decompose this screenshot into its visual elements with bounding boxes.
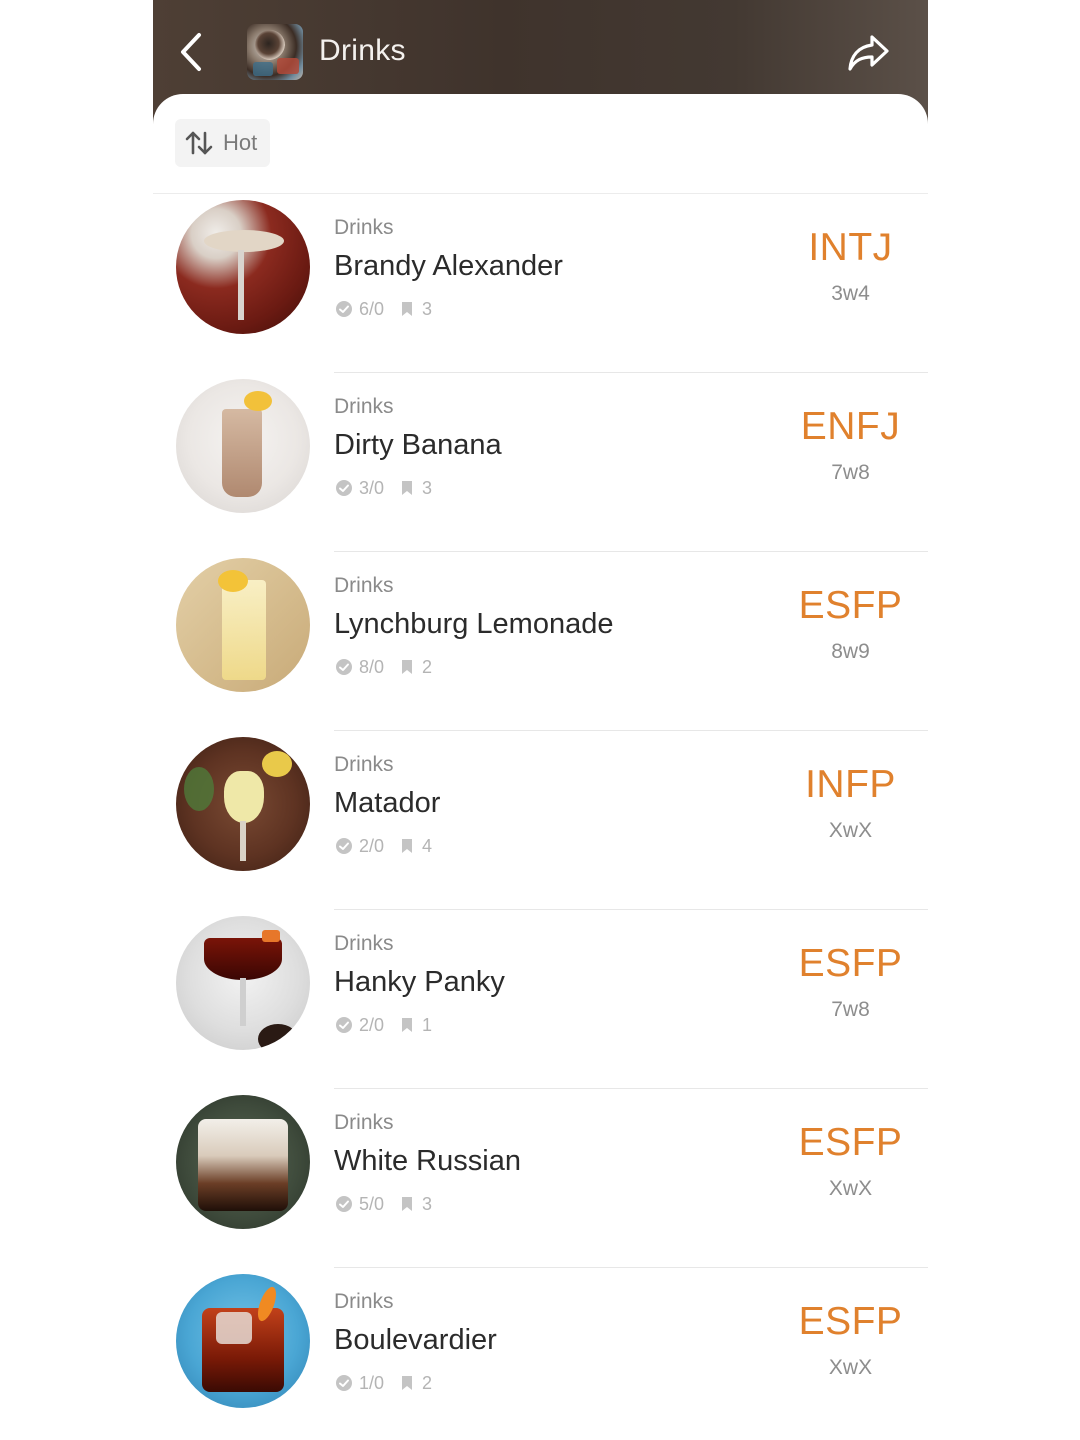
item-name: Boulevardier [334, 1324, 497, 1356]
item-name: Lynchburg Lemonade [334, 608, 614, 640]
approval-count: 1/0 [359, 1372, 385, 1393]
sort-label: Hot [223, 130, 258, 155]
item-stats: 8/0 2 [335, 656, 432, 678]
item-name: Hanky Panky [334, 966, 505, 998]
sort-arrows-icon [185, 131, 213, 155]
bookmark-icon [402, 1197, 413, 1211]
mbti-type: ESFP [798, 942, 903, 985]
page-title: Drinks [319, 34, 406, 67]
item-stats: 2/0 4 [335, 835, 432, 857]
enneagram-wing: 3w4 [831, 282, 870, 305]
approval-count: 2/0 [359, 1014, 385, 1035]
save-count: 2 [422, 1372, 433, 1393]
list-item[interactable]: Drinks White Russian 5/0 3 ESFP XwX [153, 1089, 928, 1268]
list-item[interactable]: Drinks Dirty Banana 3/0 3 ENFJ 7w8 [153, 373, 928, 552]
item-stats: 6/0 3 [335, 298, 432, 320]
check-circle-icon [336, 1017, 352, 1033]
item-name: Matador [334, 787, 441, 819]
item-category: Drinks [334, 574, 394, 597]
item-stats: 3/0 3 [335, 477, 432, 499]
share-icon [848, 35, 889, 71]
drink-photo [176, 916, 310, 1050]
mbti-type: INFP [805, 763, 896, 806]
save-count: 4 [422, 835, 433, 856]
share-button[interactable] [843, 28, 893, 78]
item-name: Dirty Banana [334, 429, 502, 461]
list-item[interactable]: Drinks Matador 2/0 4 INFP XwX [153, 731, 928, 910]
chevron-left-icon [181, 33, 201, 71]
mbti-type: INTJ [808, 226, 893, 269]
check-circle-icon [336, 1196, 352, 1212]
mbti-type: ESFP [798, 1300, 903, 1343]
content-sheet: Hot Drinks Brandy Alexander 6/0 3 INTJ 3… [153, 94, 928, 1440]
item-stats: 2/0 1 [335, 1014, 432, 1036]
check-circle-icon [336, 838, 352, 854]
approval-count: 8/0 [359, 656, 385, 677]
bookmark-icon [402, 839, 413, 853]
save-count: 3 [422, 477, 433, 498]
approval-count: 6/0 [359, 298, 385, 319]
enneagram-wing: 7w8 [831, 998, 870, 1021]
enneagram-wing: XwX [828, 1177, 873, 1200]
item-category: Drinks [334, 395, 394, 418]
drink-photo [176, 737, 310, 871]
check-circle-icon [336, 659, 352, 675]
enneagram-wing: XwX [828, 1356, 873, 1379]
list-item[interactable]: Drinks Brandy Alexander 6/0 3 INTJ 3w4 [153, 194, 928, 373]
back-button[interactable] [171, 28, 211, 76]
save-count: 1 [422, 1014, 433, 1035]
drink-photo [176, 1274, 310, 1408]
item-category: Drinks [334, 932, 394, 955]
mbti-type: ESFP [798, 584, 903, 627]
sort-button[interactable]: Hot [175, 119, 270, 167]
check-circle-icon [336, 1375, 352, 1391]
item-category: Drinks [334, 1111, 394, 1134]
check-circle-icon [336, 301, 352, 317]
enneagram-wing: XwX [828, 819, 873, 842]
item-name: Brandy Alexander [334, 250, 563, 282]
approval-count: 5/0 [359, 1193, 385, 1214]
approval-count: 3/0 [359, 477, 385, 498]
bookmark-icon [402, 481, 413, 495]
drink-photo [176, 379, 310, 513]
item-stats: 5/0 3 [335, 1193, 432, 1215]
bookmark-icon [402, 1018, 413, 1032]
item-name: White Russian [334, 1145, 521, 1177]
board-thumbnail [247, 24, 303, 80]
approval-count: 2/0 [359, 835, 385, 856]
mbti-type: ENFJ [800, 405, 901, 448]
enneagram-wing: 8w9 [831, 640, 870, 663]
save-count: 2 [422, 656, 433, 677]
drink-photo [176, 200, 310, 334]
drink-photo [176, 558, 310, 692]
item-category: Drinks [334, 753, 394, 776]
drink-photo [176, 1095, 310, 1229]
check-circle-icon [336, 480, 352, 496]
bookmark-icon [402, 660, 413, 674]
enneagram-wing: 7w8 [831, 461, 870, 484]
app-screen: Drinks Hot Drinks Brandy Alexander 6/0 3… [153, 0, 928, 1440]
item-stats: 1/0 2 [335, 1372, 432, 1394]
list-item[interactable]: Drinks Lynchburg Lemonade 8/0 2 ESFP 8w9 [153, 552, 928, 731]
save-count: 3 [422, 298, 433, 319]
item-category: Drinks [334, 216, 394, 239]
list-item[interactable]: Drinks Hanky Panky 2/0 1 ESFP 7w8 [153, 910, 928, 1089]
bookmark-icon [402, 302, 413, 316]
item-category: Drinks [334, 1290, 394, 1313]
list-item[interactable]: Drinks Boulevardier 1/0 2 ESFP XwX [153, 1268, 928, 1440]
mbti-type: ESFP [798, 1121, 903, 1164]
bookmark-icon [402, 1376, 413, 1390]
save-count: 3 [422, 1193, 433, 1214]
